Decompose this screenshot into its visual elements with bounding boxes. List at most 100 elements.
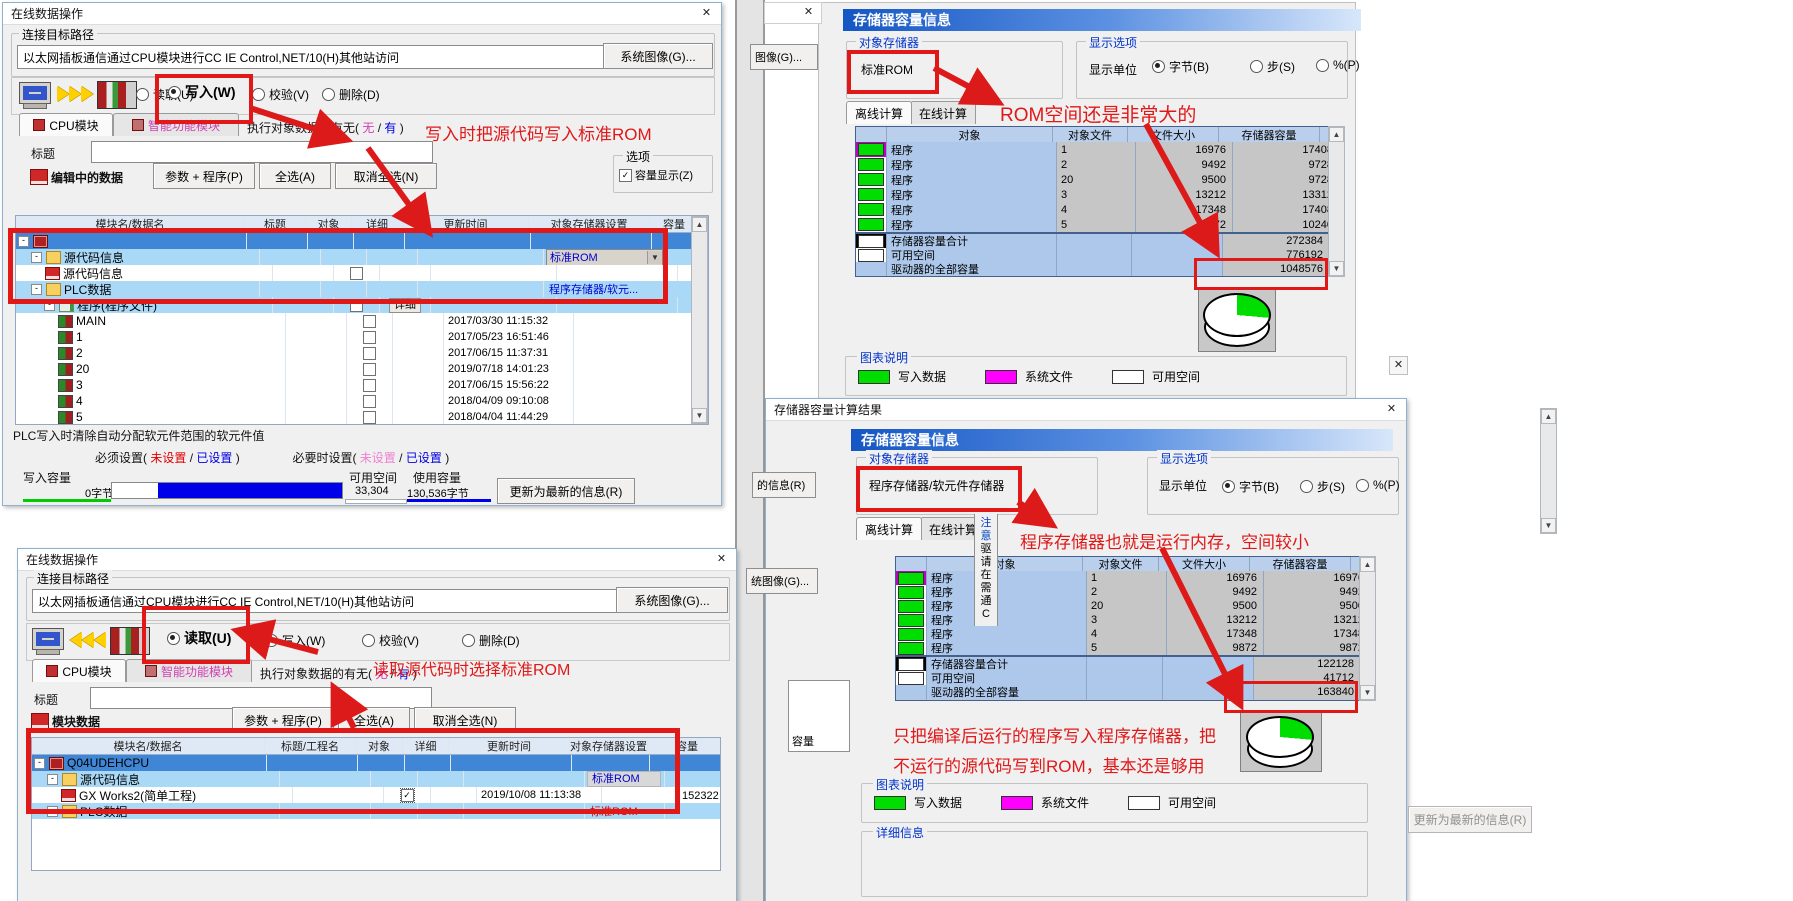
memory-table-row[interactable]: 程序31321213312 [856, 187, 1329, 202]
dialog-titlebar[interactable]: 在线数据操作 [18, 549, 736, 571]
caption-field[interactable] [90, 687, 432, 709]
tree-row[interactable]: 22017/06/15 11:37:31 [16, 345, 708, 361]
scroll-down-icon[interactable]: ▼ [1360, 685, 1375, 700]
memory-table-row[interactable]: 程序31321213212 [896, 613, 1360, 627]
read-radio[interactable]: 读取(U) [167, 628, 231, 648]
scroll-up-icon[interactable]: ▲ [1329, 127, 1344, 142]
system-image-button-fragment[interactable]: 统图像(G)... [746, 568, 818, 594]
tree-row[interactable]: - [16, 233, 708, 249]
memory-table-row[interactable]: 程序2095009500 [896, 599, 1360, 613]
tree-row[interactable]: 源代码信息 [16, 265, 708, 281]
memory-setting[interactable]: 程序存储器/软元... [546, 281, 638, 297]
dialog-titlebar[interactable]: 存储器容量计算结果 [766, 399, 1406, 421]
tree-row[interactable]: 202019/07/18 14:01:23 [16, 361, 708, 377]
tab-cpu-module[interactable]: CPU模块 [32, 659, 126, 682]
tree-row[interactable]: -PLC数据程序存储器/软元... [16, 281, 708, 297]
tab-intelligent-module[interactable]: 智能功能模块 [113, 113, 239, 136]
unit-step-radio[interactable]: 步(S) [1250, 58, 1295, 75]
memory-table-row[interactable]: 程序2095009728 [856, 172, 1329, 187]
row-checkbox[interactable] [363, 379, 376, 392]
progmem-table-scrollbar[interactable]: ▲ ▼ [1359, 556, 1376, 701]
memory-table-row[interactable]: 程序11697617408 [856, 142, 1329, 157]
select-all-button[interactable]: 全选(A) [338, 707, 410, 733]
verify-radio[interactable]: 校验(V) [362, 632, 419, 649]
write-radio[interactable]: 写入(W) [168, 82, 236, 102]
connection-path-field[interactable]: 以太网插板通信通过CPU模块进行CC IE Control,NET/10(H)其… [17, 45, 609, 69]
unit-byte-radio[interactable]: 字节(B) [1222, 478, 1279, 495]
memory-table-row[interactable]: 程序41734817408 [856, 202, 1329, 217]
row-checkbox[interactable]: ✓ [401, 789, 414, 802]
tree-expand-icon[interactable]: - [44, 300, 55, 311]
tree-expand-icon[interactable]: - [47, 806, 58, 817]
tree-row[interactable]: -Q04UDEHCPU [32, 755, 720, 771]
select-all-button[interactable]: 全选(A) [259, 163, 331, 189]
close-icon[interactable]: ✕ [1383, 401, 1400, 418]
rom-table-scrollbar[interactable]: ▲ ▼ [1328, 126, 1345, 277]
unit-byte-radio[interactable]: 字节(B) [1152, 58, 1209, 75]
scroll-down-icon[interactable]: ▼ [1541, 518, 1556, 533]
delete-radio[interactable]: 删除(D) [322, 86, 380, 103]
memory-table-row[interactable]: 程序5987210240 [856, 217, 1329, 232]
memory-setting-dropdown[interactable]: 标准ROM▼ [546, 249, 663, 265]
memory-table-row[interactable]: 程序598729872 [896, 641, 1360, 655]
connection-path-field[interactable]: 以太网插板通信通过CPU模块进行CC IE Control,NET/10(H)其… [32, 589, 622, 613]
system-image-button[interactable]: 系统图像(G)... [603, 43, 713, 69]
memory-table-row[interactable]: 程序294929492 [896, 585, 1360, 599]
row-checkbox[interactable] [363, 331, 376, 344]
table-scrollbar[interactable]: ▲ ▼ [691, 216, 708, 424]
capacity-display-option[interactable]: ✓ 容量显示(Z) [619, 167, 693, 183]
row-checkbox[interactable] [350, 299, 363, 312]
row-checkbox[interactable] [363, 347, 376, 360]
tree-expand-icon[interactable]: - [31, 284, 42, 295]
background-close-icon[interactable]: ✕ [1389, 356, 1408, 375]
param-program-button[interactable]: 参数 + 程序(P) [153, 163, 255, 189]
unit-step-radio[interactable]: 步(S) [1300, 478, 1345, 495]
tab-offline-calc[interactable]: 离线计算 [846, 101, 912, 124]
tab-offline-calc[interactable]: 离线计算 [856, 517, 922, 540]
tree-row[interactable]: 42018/04/09 09:10:08 [16, 393, 708, 409]
tree-row[interactable]: 52018/04/04 11:44:29 [16, 409, 708, 425]
tree-row[interactable]: -源代码信息标准ROM [32, 771, 720, 787]
tab-cpu-module[interactable]: CPU模块 [19, 113, 113, 136]
memory-table-row[interactable]: 程序11697616976 [896, 571, 1360, 585]
system-image-button[interactable]: 系统图像(G)... [616, 587, 728, 613]
capacity-display-checkbox[interactable]: ✓ [619, 169, 632, 182]
tree-expand-icon[interactable]: - [47, 774, 58, 785]
scroll-up-icon[interactable]: ▲ [1360, 557, 1375, 572]
row-checkbox[interactable] [363, 315, 376, 328]
tree-expand-icon[interactable]: - [18, 236, 29, 247]
deselect-all-button[interactable]: 取消全选(N) [414, 707, 516, 733]
tree-row[interactable]: GX Works2(简单工程)✓2019/10/08 11:13:3815232… [32, 787, 720, 803]
scroll-up-icon[interactable]: ▲ [692, 217, 707, 232]
tree-row[interactable]: MAIN2017/03/30 11:15:32 [16, 313, 708, 329]
row-checkbox[interactable] [363, 363, 376, 376]
tree-row[interactable]: 32017/06/15 15:56:22 [16, 377, 708, 393]
row-checkbox[interactable] [363, 411, 376, 424]
memory-setting[interactable]: 标准ROM [587, 771, 661, 787]
background-close-icon[interactable]: ✕ [800, 4, 817, 21]
row-checkbox[interactable] [350, 267, 363, 280]
dialog-titlebar[interactable]: 在线数据操作 [3, 3, 721, 25]
delete-radio[interactable]: 删除(D) [462, 632, 520, 649]
scroll-down-icon[interactable]: ▼ [692, 408, 707, 423]
tab-online-calc[interactable]: 在线计算 [910, 101, 976, 124]
row-checkbox[interactable] [363, 395, 376, 408]
memory-table-row[interactable]: 程序41734817348 [896, 627, 1360, 641]
unit-percent-radio[interactable]: %(P) [1316, 58, 1360, 72]
detail-button[interactable]: 详细 [389, 298, 421, 313]
memory-table-row[interactable]: 程序294929728 [856, 157, 1329, 172]
scroll-down-icon[interactable]: ▼ [1329, 261, 1344, 276]
background-scrollbar[interactable]: ▲ ▼ [1540, 408, 1557, 534]
tree-row[interactable]: -源代码信息标准ROM▼ [16, 249, 708, 265]
verify-radio[interactable]: 校验(V) [252, 86, 309, 103]
memory-setting[interactable]: 标准ROM [587, 803, 638, 819]
write-radio[interactable]: 写入(W) [265, 632, 325, 649]
deselect-all-button[interactable]: 取消全选(N) [335, 163, 437, 189]
tree-row[interactable]: -程序(程序文件)详细 [16, 297, 708, 313]
close-icon[interactable]: ✕ [698, 5, 715, 22]
param-program-button[interactable]: 参数 + 程序(P) [232, 707, 334, 733]
chevron-down-icon[interactable]: ▼ [647, 251, 662, 264]
caption-field[interactable] [91, 141, 433, 163]
scroll-up-icon[interactable]: ▲ [1541, 409, 1556, 424]
refresh-info-button-fragment[interactable]: 的信息(R) [752, 472, 816, 498]
